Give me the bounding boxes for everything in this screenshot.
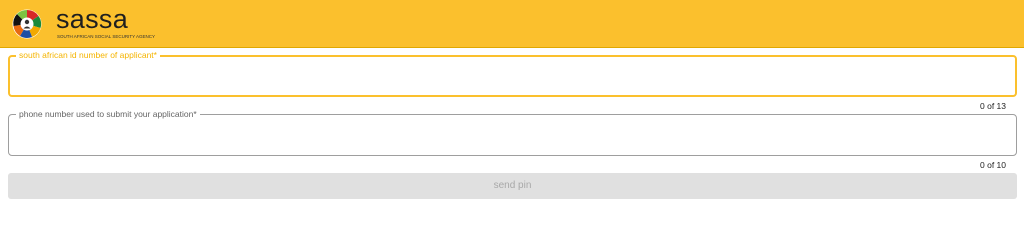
id-number-counter: 0 of 13: [980, 101, 1006, 111]
phone-number-field[interactable]: phone number used to submit your applica…: [8, 108, 1017, 156]
phone-number-label: phone number used to submit your applica…: [16, 108, 200, 120]
app-header: sassa SOUTH AFRICAN SOCIAL SECURITY AGEN…: [0, 0, 1024, 48]
id-number-input[interactable]: [20, 67, 1000, 87]
phone-number-counter: 0 of 10: [980, 160, 1006, 170]
brand-name: sassa: [56, 4, 129, 34]
id-number-field[interactable]: south african id number of applicant*: [8, 49, 1017, 97]
phone-number-input[interactable]: [19, 125, 999, 145]
id-number-label: south african id number of applicant*: [16, 49, 160, 61]
brand-tagline: SOUTH AFRICAN SOCIAL SECURITY AGENCY: [57, 34, 156, 39]
sassa-logo-icon[interactable]: [12, 9, 42, 39]
send-pin-button[interactable]: send pin: [8, 173, 1017, 199]
